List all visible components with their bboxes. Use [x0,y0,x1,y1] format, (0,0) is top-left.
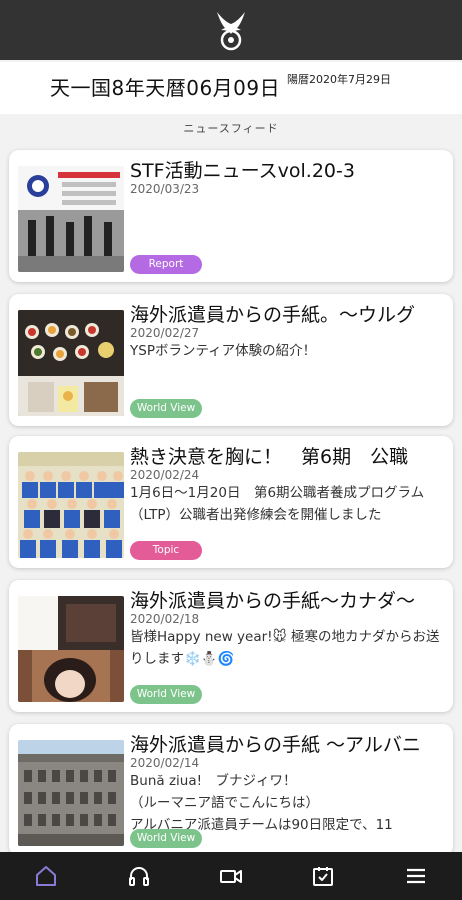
news-title: 海外派遣員からの手紙 ～アルバニ [130,734,421,756]
news-date: 2020/02/14 [130,756,200,770]
news-date: 2020/02/27 [130,326,200,340]
news-card[interactable]: 海外派遣員からの手紙～カナダ～ 2020/02/18 皆様Happy new y… [9,580,453,712]
home-icon [36,866,57,886]
category-tag[interactable]: World View [130,685,202,704]
news-summary: Bună ziua! ブナジィワ！ （ルーマニア語でこんにちは） アルバニア派遣… [130,773,393,833]
news-thumbnail [18,452,124,558]
news-date: 2020/02/24 [130,468,200,482]
nav-home-button[interactable] [24,854,68,898]
nav-schedule-button[interactable] [301,854,345,898]
news-card[interactable]: 海外派遣員からの手紙 ～アルバニ 2020/02/14 Bună ziua! ブ… [9,724,453,852]
news-card[interactable]: STF活動ニュースvol.20-3 2020/03/23 Report [9,150,453,282]
news-thumbnail [18,310,124,416]
nav-audio-button[interactable] [117,854,161,898]
date-header: 天一国8年天暦06月09日 陽暦2020年7月29日 [0,62,462,114]
news-thumbnail [18,740,124,846]
news-feed[interactable]: STF活動ニュースvol.20-3 2020/03/23 Report 海外派遣… [0,146,462,852]
news-date: 2020/03/23 [130,182,200,196]
category-tag[interactable]: World View [130,399,202,418]
news-date: 2020/02/18 [130,612,200,626]
section-title: ニュースフィード [183,122,279,135]
top-bar [0,0,462,60]
nav-menu-button[interactable] [394,854,438,898]
category-tag[interactable]: Topic [130,541,202,560]
solar-date: 陽暦2020年7月29日 [287,73,391,86]
news-summary: 1月6日～1月20日 第6期公職者養成プログラム（LTP）公職者出発修練会を開催… [130,485,425,523]
news-summary: YSPボランティア体験の紹介！ [130,343,317,359]
news-summary: 皆様Happy new year!🐭 極寒の地カナダからお送りします❄️⛄🌀 [130,629,440,667]
news-title: STF活動ニュースvol.20-3 [130,160,355,182]
news-summary [130,196,450,262]
logo-icon [217,12,245,51]
calendar-check-icon [313,867,334,886]
news-card[interactable]: 熱き決意を胸に！ 第6期 公職 2020/02/24 1月6日～1月20日 第6… [9,436,453,568]
bottom-navigation [0,852,462,900]
headphones-icon [128,867,149,886]
category-tag[interactable]: World View [130,829,202,848]
category-tag[interactable]: Report [130,255,202,274]
news-thumbnail [18,166,124,272]
news-title: 海外派遣員からの手紙。～ウルグ [130,304,416,326]
news-title: 熱き決意を胸に！ 第6期 公職 [130,446,409,468]
video-icon [219,870,242,883]
menu-icon [406,868,425,884]
news-title: 海外派遣員からの手紙～カナダ～ [130,590,416,612]
news-card[interactable]: 海外派遣員からの手紙。～ウルグ 2020/02/27 YSPボランティア体験の紹… [9,294,453,426]
news-thumbnail [18,596,124,702]
lunar-date: 天一国8年天暦06月09日 [50,76,281,100]
nav-video-button[interactable] [209,854,253,898]
